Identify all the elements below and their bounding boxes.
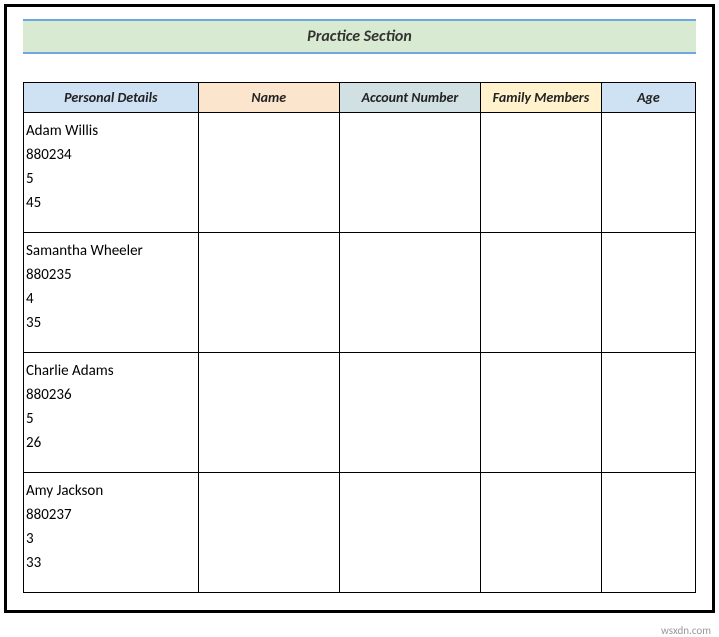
personal-account: 880235	[26, 263, 194, 287]
header-row: Personal Details Name Account Number Fam…	[24, 83, 696, 113]
cell-name[interactable]	[198, 233, 339, 353]
table-row: Adam Willis 880234 5 45	[24, 113, 696, 233]
header-age: Age	[601, 83, 695, 113]
cell-name[interactable]	[198, 113, 339, 233]
personal-name: Amy Jackson	[26, 479, 194, 503]
cell-personal[interactable]: Adam Willis 880234 5 45	[24, 113, 199, 233]
cell-age[interactable]	[601, 353, 695, 473]
personal-family: 3	[26, 527, 194, 551]
cell-personal[interactable]: Charlie Adams 880236 5 26	[24, 353, 199, 473]
document-frame: Practice Section Personal Details Name A…	[4, 4, 715, 613]
header-family: Family Members	[480, 83, 601, 113]
personal-family: 4	[26, 287, 194, 311]
table-row: Charlie Adams 880236 5 26	[24, 353, 696, 473]
personal-age: 35	[26, 311, 194, 335]
cell-family[interactable]	[480, 233, 601, 353]
personal-account: 880234	[26, 143, 194, 167]
header-account: Account Number	[339, 83, 480, 113]
header-name: Name	[198, 83, 339, 113]
title-text: Practice Section	[307, 27, 412, 46]
personal-name: Charlie Adams	[26, 359, 194, 383]
table-row: Samantha Wheeler 880235 4 35	[24, 233, 696, 353]
personal-age: 33	[26, 551, 194, 575]
cell-family[interactable]	[480, 353, 601, 473]
cell-age[interactable]	[601, 473, 695, 593]
cell-account[interactable]	[339, 473, 480, 593]
cell-family[interactable]	[480, 113, 601, 233]
personal-name: Adam Willis	[26, 119, 194, 143]
cell-personal[interactable]: Samantha Wheeler 880235 4 35	[24, 233, 199, 353]
personal-name: Samantha Wheeler	[26, 239, 194, 263]
cell-account[interactable]	[339, 353, 480, 473]
practice-table: Personal Details Name Account Number Fam…	[23, 82, 696, 593]
personal-account: 880237	[26, 503, 194, 527]
personal-family: 5	[26, 167, 194, 191]
cell-account[interactable]	[339, 113, 480, 233]
personal-age: 45	[26, 191, 194, 215]
cell-personal[interactable]: Amy Jackson 880237 3 33	[24, 473, 199, 593]
table-row: Amy Jackson 880237 3 33	[24, 473, 696, 593]
cell-name[interactable]	[198, 473, 339, 593]
cell-account[interactable]	[339, 233, 480, 353]
watermark: wsxdn.com	[661, 624, 711, 637]
personal-account: 880236	[26, 383, 194, 407]
cell-age[interactable]	[601, 233, 695, 353]
cell-name[interactable]	[198, 353, 339, 473]
cell-family[interactable]	[480, 473, 601, 593]
cell-age[interactable]	[601, 113, 695, 233]
header-personal: Personal Details	[24, 83, 199, 113]
personal-age: 26	[26, 431, 194, 455]
personal-family: 5	[26, 407, 194, 431]
title-bar: Practice Section	[23, 19, 696, 54]
